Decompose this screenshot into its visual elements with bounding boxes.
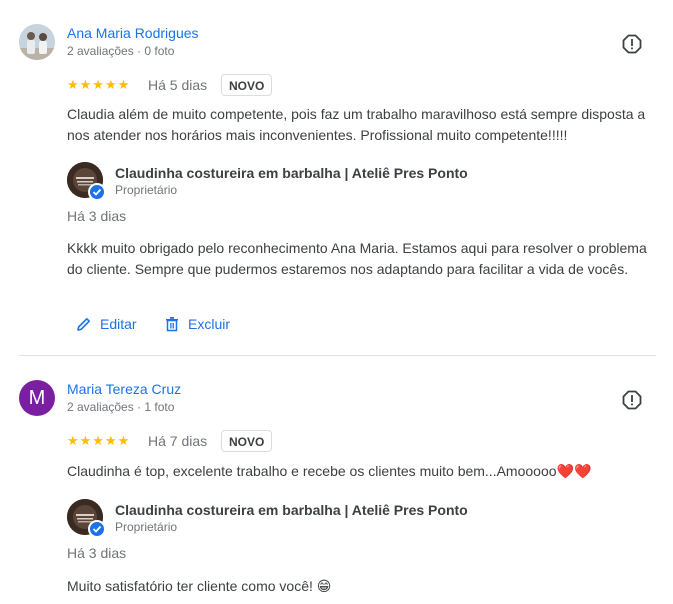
report-flag-icon[interactable]	[622, 34, 642, 54]
reply-text: Kkkk muito obrigado pelo reconhecimento …	[67, 240, 647, 277]
new-badge: NOVO	[221, 74, 273, 96]
review-text: Claudia além de muito competente, pois f…	[67, 106, 646, 143]
reviewer-name[interactable]: Ana Maria Rodrigues	[67, 25, 199, 41]
trash-icon	[166, 317, 178, 332]
reviewer-meta: 2 avaliações · 1 foto	[67, 400, 175, 414]
star-rating: ★★★★★	[67, 77, 131, 92]
edit-button[interactable]: Editar	[76, 316, 137, 332]
pencil-icon	[77, 318, 90, 331]
reviewer-meta: 2 avaliações · 0 foto	[67, 44, 175, 58]
review-divider	[19, 355, 656, 356]
delete-label: Excluir	[188, 316, 231, 332]
reply-date: Há 3 dias	[67, 208, 127, 224]
reviewer-photo	[19, 24, 55, 60]
report-flag-icon[interactable]	[622, 390, 642, 410]
reviewer-avatar[interactable]	[19, 24, 55, 60]
owner-avatar	[67, 162, 106, 201]
star-rating: ★★★★★	[67, 433, 131, 448]
review-date: Há 7 dias	[148, 433, 208, 449]
owner-name: Claudinha costureira em barbalha | Ateli…	[115, 502, 468, 518]
reviewer-name[interactable]: Maria Tereza Cruz	[67, 381, 181, 397]
new-badge: NOVO	[221, 430, 273, 452]
edit-label: Editar	[100, 316, 137, 332]
owner-role: Proprietário	[115, 520, 178, 534]
reviewer-avatar[interactable]: M	[19, 380, 55, 416]
owner-avatar	[67, 499, 106, 538]
review-text: Claudinha é top, excelente trabalho e re…	[67, 463, 592, 479]
verified-check-icon	[88, 520, 106, 538]
reply-text: Muito satisfatório ter cliente como você…	[67, 578, 332, 594]
delete-button[interactable]: Excluir	[164, 316, 230, 332]
review-date: Há 5 dias	[148, 77, 208, 93]
owner-name: Claudinha costureira em barbalha | Ateli…	[115, 165, 468, 181]
reply-date: Há 3 dias	[67, 545, 127, 561]
verified-check-icon	[88, 183, 106, 201]
owner-role: Proprietário	[115, 183, 178, 197]
